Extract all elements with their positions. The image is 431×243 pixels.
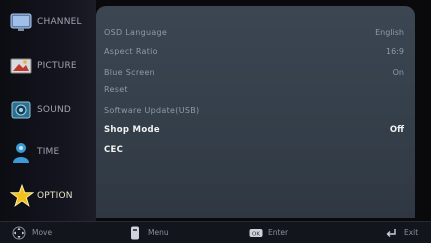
exit-return-icon <box>386 229 396 237</box>
menu-row-label: Software Update(USB) <box>104 106 200 115</box>
option-menu-panel: OSD Language English Aspect Ratio 16:9 B… <box>96 6 415 218</box>
sidebar-item-time[interactable]: TIME <box>0 134 96 174</box>
menu-row-value: Off <box>389 125 404 135</box>
sidebar-item-label: PICTURE <box>37 61 77 71</box>
menu-row-aspect-ratio[interactable]: Aspect Ratio 16:9 <box>104 45 404 63</box>
sidebar-item-label: CHANNEL <box>37 17 82 27</box>
menu-row-cec[interactable]: CEC <box>104 143 404 161</box>
sidebar-item-sound[interactable]: SOUND <box>0 92 96 132</box>
footer-move-label: Move <box>32 228 53 237</box>
footer-menu-label: Menu <box>148 228 169 237</box>
svg-text:OK: OK <box>252 232 260 238</box>
sidebar-item-picture[interactable]: PICTURE <box>0 48 96 88</box>
footer-exit-label: Exit <box>404 228 419 237</box>
sound-icon <box>11 101 31 119</box>
picture-icon <box>10 58 32 74</box>
menu-row-reset[interactable]: Reset <box>104 83 404 101</box>
menu-row-software-update[interactable]: Software Update(USB) <box>104 104 404 122</box>
channel-icon <box>10 13 32 31</box>
menu-row-label: Reset <box>104 85 128 94</box>
menu-row-shop-mode[interactable]: Shop Mode Off <box>104 123 404 141</box>
sidebar-item-label: TIME <box>37 147 60 157</box>
menu-row-value: On <box>392 68 404 77</box>
time-icon <box>13 143 29 163</box>
menu-row-blue-screen[interactable]: Blue Screen On <box>104 66 404 84</box>
menu-row-value: 16:9 <box>386 47 404 56</box>
menu-row-label: Blue Screen <box>104 68 156 77</box>
menu-remote-icon <box>131 226 139 240</box>
move-arrows-icon <box>12 226 26 240</box>
menu-row-label: Shop Mode <box>104 125 160 135</box>
ok-button-icon: OK <box>249 229 263 238</box>
option-icon <box>10 184 34 207</box>
menu-row-osd-language[interactable]: OSD Language English <box>104 26 404 44</box>
sidebar-item-label: SOUND <box>37 105 72 115</box>
tv-osd-screen: CHANNEL PICTURE SOUND TIME OPTION OSD La… <box>0 0 431 243</box>
menu-row-label: CEC <box>104 145 124 155</box>
sidebar-item-option[interactable]: OPTION <box>0 178 96 218</box>
footer-bar: Move Menu OK Enter Exit <box>0 221 431 243</box>
sidebar: CHANNEL PICTURE SOUND TIME OPTION <box>0 0 96 221</box>
menu-row-label: OSD Language <box>104 28 168 37</box>
menu-row-label: Aspect Ratio <box>104 47 158 56</box>
menu-row-value: English <box>375 28 404 37</box>
sidebar-item-label: OPTION <box>37 191 73 201</box>
sidebar-item-channel[interactable]: CHANNEL <box>0 4 96 44</box>
footer-enter-label: Enter <box>268 228 289 237</box>
